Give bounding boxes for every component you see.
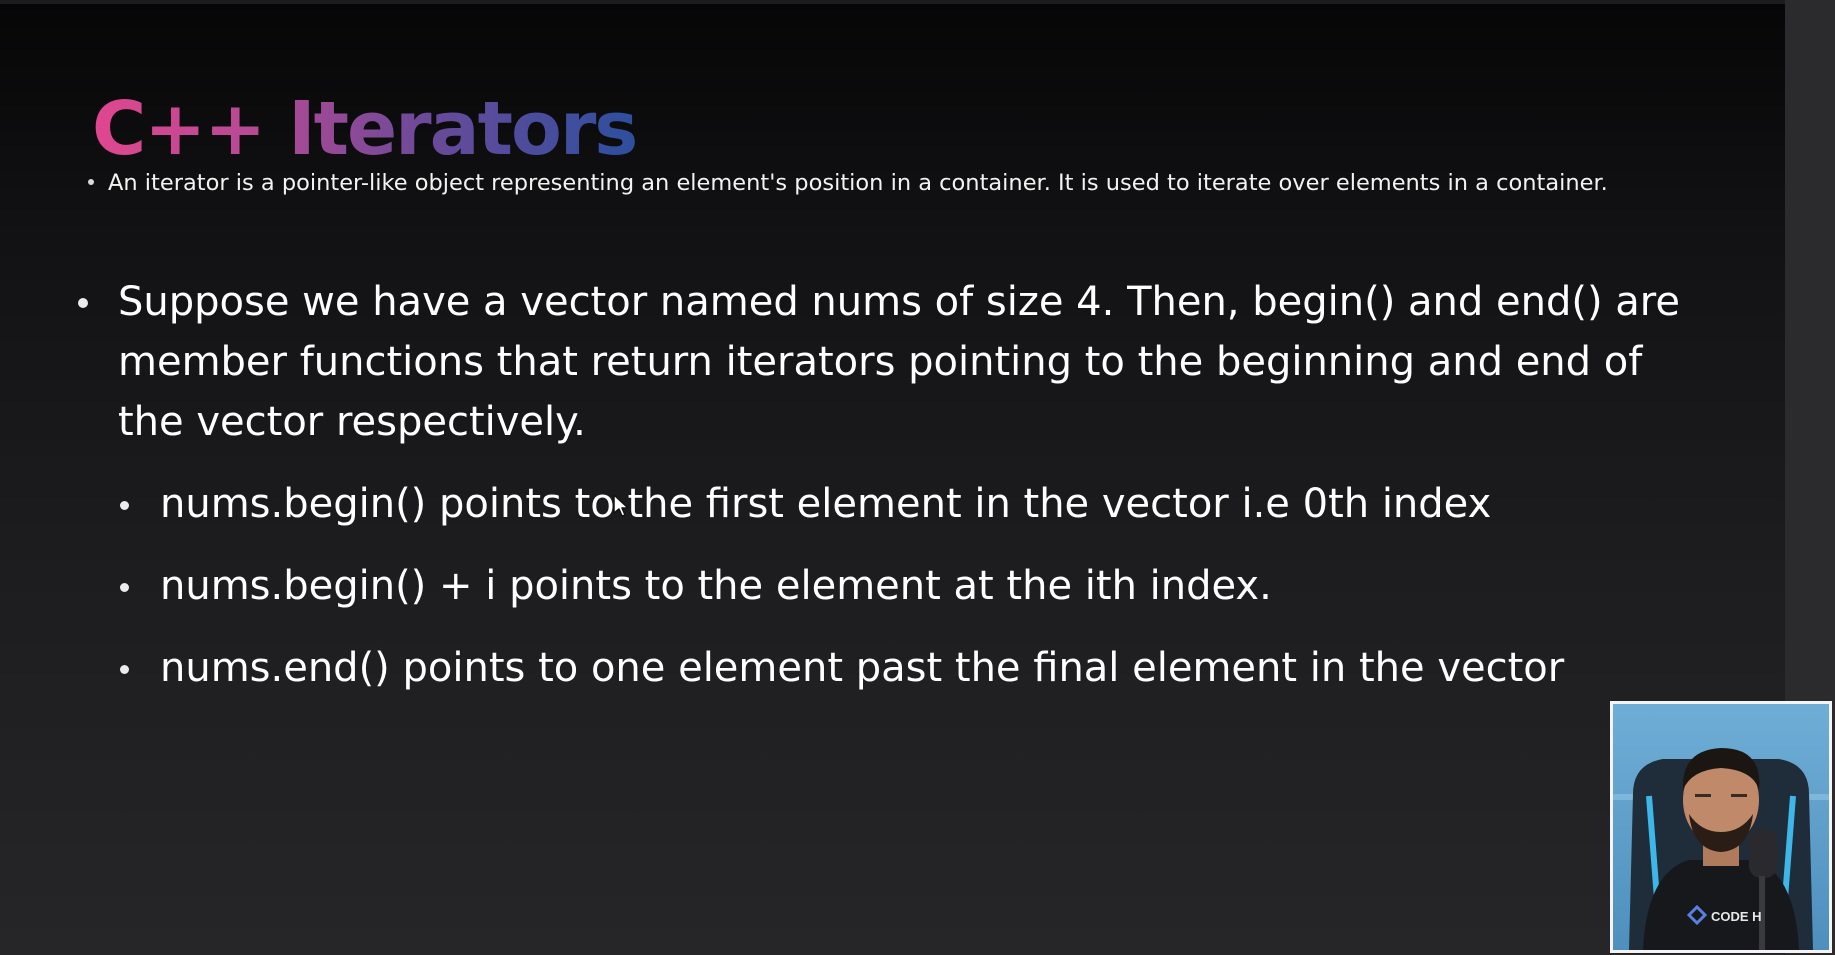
main-bullet: Suppose we have a vector named nums of s… [78, 272, 1680, 452]
sub-bullet-text: nums.begin() + i points to the element a… [160, 563, 1272, 609]
sub-bullet-item: nums.begin() + i points to the element a… [120, 556, 1700, 638]
main-bullet-text: Suppose we have a vector named nums of s… [118, 279, 1680, 445]
sub-bullet-icon [120, 665, 129, 674]
sub-bullet-icon [120, 583, 129, 592]
sub-bullet-text: nums.begin() points to the first element… [160, 481, 1492, 527]
mouse-cursor-icon [613, 494, 629, 517]
presenter-webcam: CODE H [1610, 701, 1832, 953]
sub-bullet-item: nums.end() points to one element past th… [120, 638, 1700, 720]
sub-bullet-list: nums.begin() points to the first element… [120, 474, 1700, 720]
main-bullet-icon [78, 298, 88, 308]
slide-title: C++ Iterators [92, 86, 638, 172]
presentation-slide: C++ Iterators An iterator is a pointer-l… [0, 0, 1785, 955]
shirt-logo-text: CODE H [1711, 909, 1762, 924]
subtitle-text: An iterator is a pointer-like object rep… [108, 170, 1608, 196]
top-border [0, 0, 1785, 4]
sub-bullet-text: nums.end() points to one element past th… [160, 645, 1565, 691]
sub-bullet-icon [120, 501, 129, 510]
sub-bullet-item: nums.begin() points to the first element… [120, 474, 1700, 556]
subtitle-bullet-icon [88, 178, 94, 185]
slide-subtitle: An iterator is a pointer-like object rep… [88, 168, 1778, 198]
presenter-video-frame: CODE H [1613, 704, 1829, 950]
